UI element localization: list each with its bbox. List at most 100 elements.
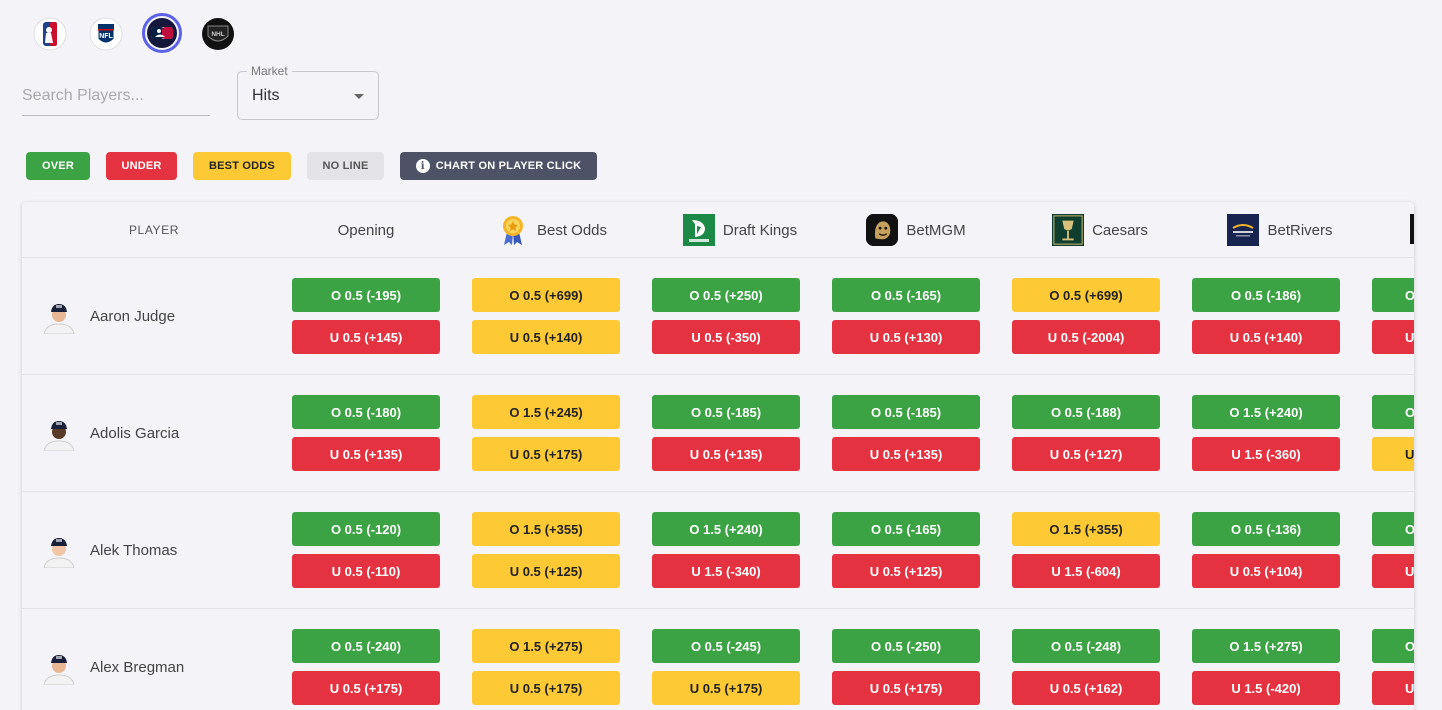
over-odds-button[interactable]: O 0.5 (-245)	[652, 629, 800, 663]
chart-toggle-label: CHART ON PLAYER CLICK	[435, 160, 582, 172]
over-odds-button[interactable]: O 0.5 (-186)	[1192, 278, 1340, 312]
under-odds-button[interactable]: U 0.5 (+175)	[832, 671, 980, 705]
over-odds-button[interactable]: O 0.5 (-248)	[1012, 629, 1160, 663]
under-odds-button[interactable]: U 1.5 (-604)	[1012, 554, 1160, 588]
svg-text:NHL: NHL	[211, 31, 224, 38]
over-odds-button[interactable]: O 0.5 (-188)	[1012, 395, 1160, 429]
column-header-best-odds: Best Odds	[492, 202, 612, 258]
legend-under-chip: UNDER	[106, 152, 177, 180]
under-odds-button[interactable]: U 0.5 (+135)	[832, 437, 980, 471]
player-cell[interactable]: Aaron Judge	[40, 258, 175, 375]
market-label: Market	[247, 64, 292, 78]
over-odds-button-partial[interactable]: O	[1372, 629, 1414, 663]
under-odds-button[interactable]: U 0.5 (+125)	[832, 554, 980, 588]
player-column-header: PLAYER	[128, 223, 180, 237]
over-odds-button-partial[interactable]: O	[1372, 278, 1414, 312]
under-odds-button[interactable]: U 1.5 (-420)	[1192, 671, 1340, 705]
over-odds-button[interactable]: O 0.5 (-185)	[652, 395, 800, 429]
player-name: Adolis Garcia	[90, 425, 180, 442]
column-header-best-odds-label: Best Odds	[536, 221, 608, 239]
under-odds-button-partial[interactable]: U	[1372, 437, 1414, 471]
player-avatar	[40, 534, 78, 568]
over-odds-button[interactable]: O 0.5 (+250)	[652, 278, 800, 312]
player-name: Alex Bregman	[90, 659, 185, 676]
player-name: Alek Thomas	[90, 542, 178, 559]
under-odds-button[interactable]: U 0.5 (+145)	[292, 320, 440, 354]
column-header-betmgm: BetMGM	[856, 202, 976, 258]
under-odds-button[interactable]: U 1.5 (-360)	[1192, 437, 1340, 471]
table-row: Alex Bregman O 0.5 (-240) U 0.5 (+175) O 1.…	[22, 609, 1414, 710]
nba-logo-icon[interactable]	[32, 16, 68, 52]
table-row: Aaron Judge O 0.5 (-195) U 0.5 (+145) O 0.5…	[22, 258, 1414, 375]
under-odds-button[interactable]: U 0.5 (+135)	[292, 437, 440, 471]
player-cell[interactable]: Alex Bregman	[40, 609, 184, 710]
over-odds-button[interactable]: O 0.5 (-136)	[1192, 512, 1340, 546]
chevron-down-icon	[354, 94, 364, 99]
over-odds-button-partial[interactable]: O	[1372, 395, 1414, 429]
over-odds-button[interactable]: O 1.5 (+245)	[472, 395, 620, 429]
under-odds-button-partial[interactable]: U	[1372, 320, 1414, 354]
table-row: Alek Thomas O 0.5 (-120) U 0.5 (-110) O 1.5…	[22, 492, 1414, 609]
odds-table: PLAYER Opening Best Odds Draft Kings Bet…	[22, 202, 1414, 710]
over-odds-button[interactable]: O 1.5 (+355)	[1012, 512, 1160, 546]
under-odds-button[interactable]: U 0.5 (+127)	[1012, 437, 1160, 471]
chart-on-player-click-toggle[interactable]: i CHART ON PLAYER CLICK	[400, 152, 597, 180]
over-odds-button[interactable]: O 1.5 (+240)	[1192, 395, 1340, 429]
over-odds-button[interactable]: O 0.5 (-120)	[292, 512, 440, 546]
over-odds-button[interactable]: O 1.5 (+275)	[472, 629, 620, 663]
over-odds-button[interactable]: O 0.5 (+699)	[1012, 278, 1160, 312]
under-odds-button[interactable]: U 0.5 (+140)	[1192, 320, 1340, 354]
over-odds-button[interactable]: O 1.5 (+275)	[1192, 629, 1340, 663]
player-cell[interactable]: Adolis Garcia	[40, 375, 179, 492]
over-odds-button[interactable]: O 0.5 (-240)	[292, 629, 440, 663]
over-odds-button[interactable]: O 0.5 (-250)	[832, 629, 980, 663]
over-odds-button[interactable]: O 0.5 (-195)	[292, 278, 440, 312]
under-odds-button[interactable]: U 0.5 (-2004)	[1012, 320, 1160, 354]
over-odds-button[interactable]: O 0.5 (-180)	[292, 395, 440, 429]
search-field	[22, 80, 210, 116]
player-avatar	[40, 417, 78, 451]
column-header-betmgm-label: BetMGM	[906, 221, 966, 239]
under-odds-button[interactable]: U 0.5 (-110)	[292, 554, 440, 588]
mlb-logo-icon[interactable]	[142, 13, 182, 53]
under-odds-button[interactable]: U 0.5 (+162)	[1012, 671, 1160, 705]
under-odds-button[interactable]: U 0.5 (+175)	[472, 437, 620, 471]
nhl-logo-icon[interactable]: NHL	[200, 16, 236, 52]
award-ribbon-icon	[497, 214, 529, 246]
under-odds-button[interactable]: U 0.5 (+125)	[472, 554, 620, 588]
under-odds-button[interactable]: U 0.5 (+175)	[472, 671, 620, 705]
draftkings-logo-icon	[682, 214, 715, 246]
market-value: Hits	[252, 87, 280, 104]
market-select[interactable]: Market Hits	[237, 64, 379, 120]
under-odds-button[interactable]: U 0.5 (+140)	[472, 320, 620, 354]
over-odds-button[interactable]: O 0.5 (-165)	[832, 278, 980, 312]
table-row: Adolis Garcia O 0.5 (-180) U 0.5 (+135) O 1…	[22, 375, 1414, 492]
over-odds-button[interactable]: O 1.5 (+355)	[472, 512, 620, 546]
under-odds-button[interactable]: U 0.5 (+175)	[292, 671, 440, 705]
search-input[interactable]	[22, 80, 210, 112]
under-odds-button[interactable]: U 1.5 (-340)	[652, 554, 800, 588]
over-odds-button[interactable]: O 0.5 (-165)	[832, 512, 980, 546]
over-odds-button-partial[interactable]: O	[1372, 512, 1414, 546]
player-cell[interactable]: Alek Thomas	[40, 492, 177, 609]
column-header-betrivers: BetRivers	[1216, 202, 1344, 258]
column-header-draftkings-label: Draft Kings	[722, 221, 798, 239]
over-odds-button[interactable]: O 0.5 (+699)	[472, 278, 620, 312]
legend-no-line-chip: NO LINE	[307, 152, 384, 180]
under-odds-button[interactable]: U 0.5 (+104)	[1192, 554, 1340, 588]
under-odds-button[interactable]: U 0.5 (+135)	[652, 437, 800, 471]
under-odds-button-partial[interactable]: U	[1372, 554, 1414, 588]
under-odds-button[interactable]: U 0.5 (+130)	[832, 320, 980, 354]
betrivers-logo-icon	[1227, 214, 1260, 246]
nfl-logo-icon[interactable]: NFL	[88, 16, 124, 52]
player-name: Aaron Judge	[90, 308, 176, 325]
column-header-opening: Opening	[337, 221, 395, 239]
over-odds-button[interactable]: O 1.5 (+240)	[652, 512, 800, 546]
betmgm-logo-icon	[866, 214, 899, 246]
column-header-caesars-label: Caesars	[1092, 221, 1148, 239]
info-icon: i	[415, 159, 430, 173]
under-odds-button[interactable]: U 0.5 (+175)	[652, 671, 800, 705]
over-odds-button[interactable]: O 0.5 (-185)	[832, 395, 980, 429]
under-odds-button[interactable]: U 0.5 (-350)	[652, 320, 800, 354]
under-odds-button-partial[interactable]: U	[1372, 671, 1414, 705]
